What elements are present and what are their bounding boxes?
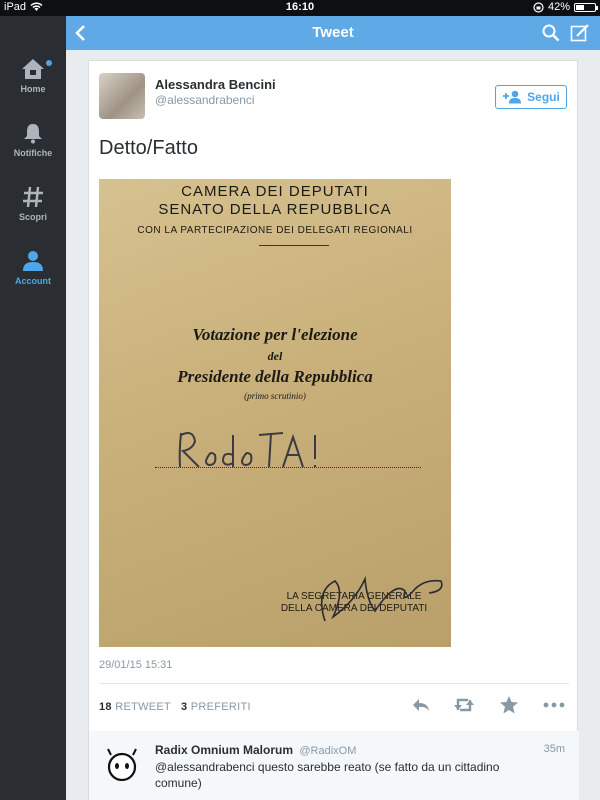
ballot-dotted-line <box>155 467 421 468</box>
tweet-card: Alessandra Bencini @alessandrabenci Segu… <box>88 60 579 800</box>
ballot-line-2: SENATO DELLA REPUBBLICA <box>158 201 392 218</box>
bell-icon <box>24 124 42 144</box>
retweet-count[interactable]: 18 <box>99 701 112 713</box>
divider <box>99 683 569 684</box>
home-notification-dot <box>46 60 52 66</box>
tweet-photo[interactable]: CAMERA DEI DEPUTATI SENATO DELLA REPUBBL… <box>99 179 451 647</box>
favorite-count[interactable]: 3 <box>181 701 187 713</box>
author-name[interactable]: Alessandra Bencini <box>155 77 276 92</box>
hashtag-icon <box>23 186 43 208</box>
rotation-lock-icon <box>533 1 544 13</box>
sidebar-item-label: Scopri <box>18 212 47 222</box>
add-user-icon <box>503 90 522 104</box>
reply-avatar[interactable] <box>105 747 139 781</box>
favorite-label[interactable]: PREFERITI <box>191 701 251 713</box>
tweet-text: Detto/Fatto <box>99 137 198 159</box>
status-bar: iPad 16:10 42% <box>0 0 600 16</box>
battery-icon <box>574 2 598 12</box>
person-icon <box>23 251 43 271</box>
compose-icon[interactable] <box>570 23 590 43</box>
ballot-line-7: (primo scrutinio) <box>244 391 306 401</box>
handwritten-vote <box>178 432 316 468</box>
reply-author[interactable]: Radix Omnium Malorum @RadixOM <box>155 743 356 757</box>
page-title: Tweet <box>312 24 354 41</box>
retweet-icon[interactable] <box>453 695 475 715</box>
sidebar-item-account[interactable]: Account <box>0 250 66 286</box>
navbar: Tweet <box>66 16 600 50</box>
more-icon[interactable] <box>543 695 565 715</box>
ballot-line-5: del <box>267 349 283 363</box>
ballot-separator <box>259 245 329 246</box>
tweet-panel: Tweet Alessandra Bencini @alessandrabenc… <box>66 16 600 800</box>
sidebar-item-home[interactable]: Home <box>0 58 66 94</box>
signature <box>320 575 443 622</box>
ballot-line-1: CAMERA DEI DEPUTATI <box>181 183 369 200</box>
sidebar-item-notifiche[interactable]: Notifiche <box>0 122 66 158</box>
tweet-stats: 18 RETWEET 3 PREFERITI <box>99 701 251 713</box>
status-time: 16:10 <box>285 1 315 13</box>
star-icon[interactable] <box>499 695 519 715</box>
battery-fill <box>576 4 584 10</box>
reply-author-name[interactable]: Radix Omnium Malorum <box>155 743 293 757</box>
battery-percent: 42% <box>547 1 570 13</box>
author-handle[interactable]: @alessandrabenci <box>155 93 255 107</box>
follow-button[interactable]: Segui <box>495 85 567 109</box>
sidebar-item-label: Notifiche <box>13 148 53 158</box>
tweet-timestamp: 29/01/15 15:31 <box>99 659 173 671</box>
retweet-label[interactable]: RETWEET <box>115 701 171 713</box>
reply-tweet[interactable]: Radix Omnium Malorum @RadixOM 35m @aless… <box>89 731 579 800</box>
home-icon <box>22 59 44 79</box>
sidebar-item-scopri[interactable]: Scopri <box>0 186 66 222</box>
avatar[interactable] <box>99 73 145 119</box>
follow-label: Segui <box>527 90 560 104</box>
sidebar-item-label: Home <box>20 84 46 94</box>
ballot-line-3: CON LA PARTECIPAZIONE DEI DELEGATI REGIO… <box>137 225 413 236</box>
sidebar-item-label: Account <box>15 276 51 286</box>
sidebar: Home Notifiche Scopri Account <box>0 16 66 800</box>
reply-time: 35m <box>543 743 565 755</box>
reply-author-handle[interactable]: @RadixOM <box>299 745 356 757</box>
ballot-line-4: Votazione per l'elezione <box>192 325 358 344</box>
reply-text: @alessandrabenci questo sarebbe reato (s… <box>155 760 500 790</box>
search-icon[interactable] <box>542 24 560 42</box>
reply-icon[interactable] <box>411 695 431 715</box>
ballot-line-6: Presidente della Repubblica <box>177 367 373 386</box>
